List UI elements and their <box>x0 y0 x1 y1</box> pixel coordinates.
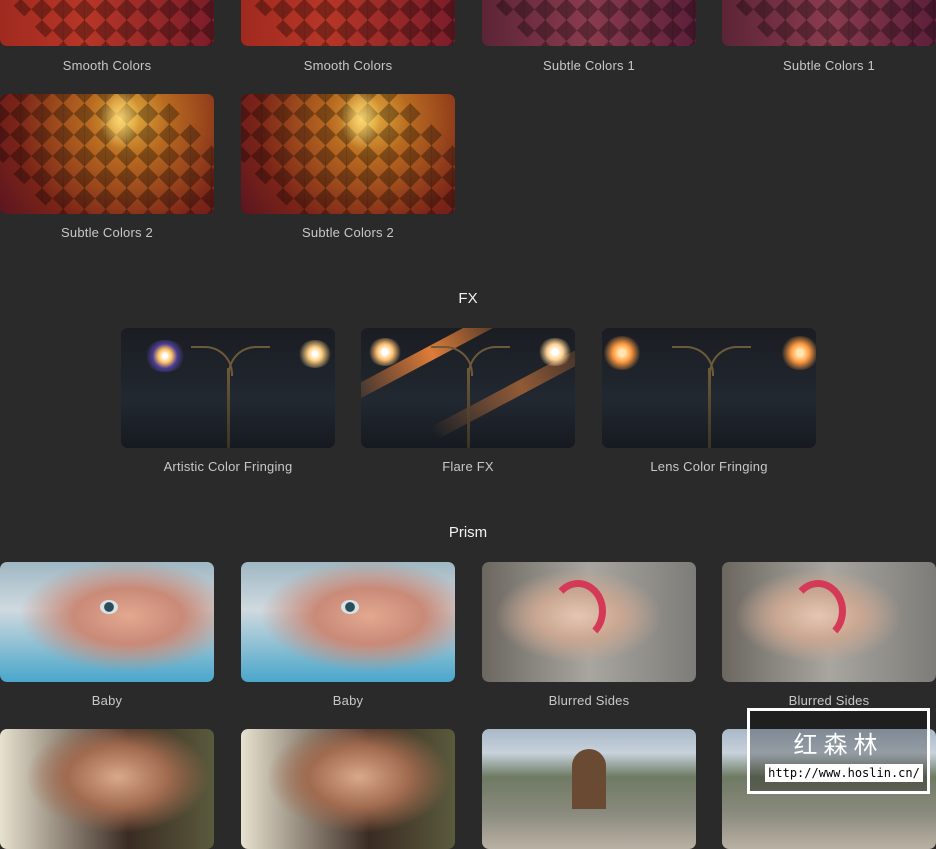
thumbnail-blurred-sides-2[interactable]: Blurred Sides <box>722 562 936 708</box>
thumbnail-label: Subtle Colors 1 <box>783 58 875 73</box>
thumbnail-lens-color-fringing[interactable]: Lens Color Fringing <box>602 328 816 474</box>
thumbnail-label: Baby <box>91 693 123 708</box>
thumbnail-label: Subtle Colors 1 <box>543 58 635 73</box>
preview-image <box>121 328 335 448</box>
thumbnail-subtle-colors-1b[interactable]: Subtle Colors 1 <box>722 0 936 73</box>
preview-image <box>241 0 455 46</box>
preview-image <box>241 94 455 214</box>
thumbnail-subtle-colors-2b[interactable]: Subtle Colors 2 <box>241 94 455 240</box>
preview-image <box>0 729 214 849</box>
preview-image <box>722 0 936 46</box>
thumbnail-couple-2[interactable] <box>241 729 455 849</box>
section-title-fx: FX <box>458 290 478 307</box>
preview-image <box>241 562 455 682</box>
preview-image <box>482 0 696 46</box>
preview-image <box>241 729 455 849</box>
preview-image <box>722 562 936 682</box>
watermark-url: http://www.hoslin.cn/ <box>765 764 923 782</box>
thumbnail-subtle-colors-1a[interactable]: Subtle Colors 1 <box>482 0 696 73</box>
watermark: 红森林 http://www.hoslin.cn/ <box>747 708 930 794</box>
thumbnail-subtle-colors-2a[interactable]: Subtle Colors 2 <box>0 94 214 240</box>
thumbnail-blurred-sides-1[interactable]: Blurred Sides <box>482 562 696 708</box>
watermark-brand: 红森林 <box>793 731 884 759</box>
preview-image <box>0 562 214 682</box>
preview-image <box>602 328 816 448</box>
preview-image <box>482 562 696 682</box>
thumbnail-flare-fx[interactable]: Flare FX <box>361 328 575 474</box>
thumbnail-label: Baby <box>332 693 364 708</box>
thumbnail-label: Blurred Sides <box>788 693 870 708</box>
thumbnail-label: Blurred Sides <box>548 693 630 708</box>
thumbnail-baby-1[interactable]: Baby <box>0 562 214 708</box>
thumbnail-smooth-colors-2[interactable]: Smooth Colors <box>241 0 455 73</box>
thumbnail-label: Artistic Color Fringing <box>163 459 293 474</box>
preview-image <box>361 328 575 448</box>
thumbnail-label: Subtle Colors 2 <box>302 225 394 240</box>
thumbnail-label: Subtle Colors 2 <box>61 225 153 240</box>
thumbnail-artistic-color-fringing[interactable]: Artistic Color Fringing <box>121 328 335 474</box>
thumbnail-label: Smooth Colors <box>62 58 152 73</box>
thumbnail-hillside-1[interactable] <box>482 729 696 849</box>
preview-image <box>0 94 214 214</box>
thumbnail-couple-1[interactable] <box>0 729 214 849</box>
preview-image <box>0 0 214 46</box>
thumbnail-label: Flare FX <box>442 459 494 474</box>
thumbnail-baby-2[interactable]: Baby <box>241 562 455 708</box>
thumbnail-label: Lens Color Fringing <box>650 459 768 474</box>
preview-image <box>482 729 696 849</box>
thumbnail-label: Smooth Colors <box>303 58 393 73</box>
section-title-prism: Prism <box>448 524 488 541</box>
thumbnail-smooth-colors-1[interactable]: Smooth Colors <box>0 0 214 73</box>
